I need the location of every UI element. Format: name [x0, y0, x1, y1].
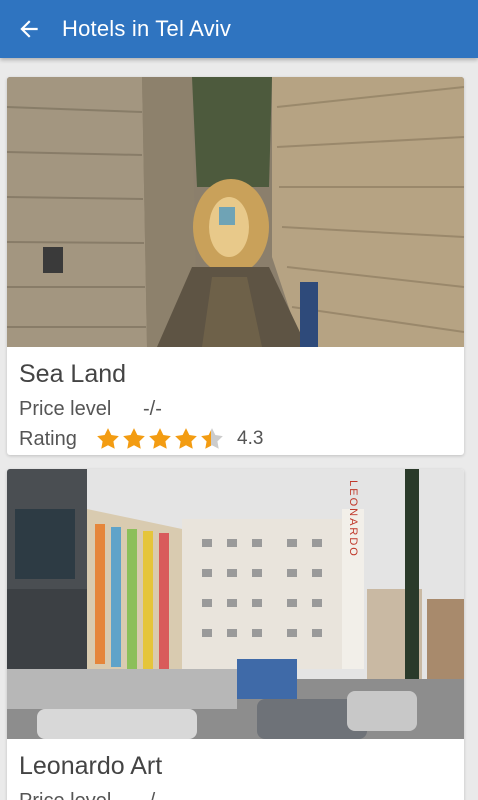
page-title: Hotels in Tel Aviv	[62, 16, 232, 41]
rating-row: Rating 4.3	[19, 424, 464, 454]
star-icon	[175, 428, 197, 449]
arrow-left-icon	[20, 20, 38, 38]
price-label: Price level	[19, 397, 112, 420]
hotel-photo[interactable]: LEONARDO	[7, 469, 464, 739]
price-value: -/-	[143, 790, 162, 800]
star-half-icon	[201, 428, 223, 449]
back-button[interactable]	[0, 0, 58, 58]
price-row: Price level -/-	[19, 394, 464, 424]
hotel-card-leonardo-art[interactable]: LEONARDO Leonardo Art Price level -/-	[7, 469, 464, 800]
star-icon	[149, 428, 171, 449]
hotel-list[interactable]: Sea Land Price level -/- Rating 4.3 LEON…	[0, 58, 478, 800]
price-row: Price level -/-	[19, 786, 464, 800]
star-icon	[97, 428, 119, 449]
rating-value: 4.3	[237, 428, 264, 449]
hotel-photo[interactable]	[7, 77, 464, 347]
hotel-name: Sea Land	[19, 360, 127, 388]
price-value: -/-	[143, 397, 162, 420]
hotel-card-sea-land[interactable]: Sea Land Price level -/- Rating 4.3	[7, 77, 464, 455]
star-icon	[123, 428, 145, 449]
star-rating	[95, 426, 225, 452]
leonardo-sign: LEONARDO	[347, 480, 359, 558]
hotel-name: Leonardo Art	[19, 752, 163, 780]
app-bar: Hotels in Tel Aviv	[0, 0, 478, 58]
price-label: Price level	[19, 790, 143, 800]
